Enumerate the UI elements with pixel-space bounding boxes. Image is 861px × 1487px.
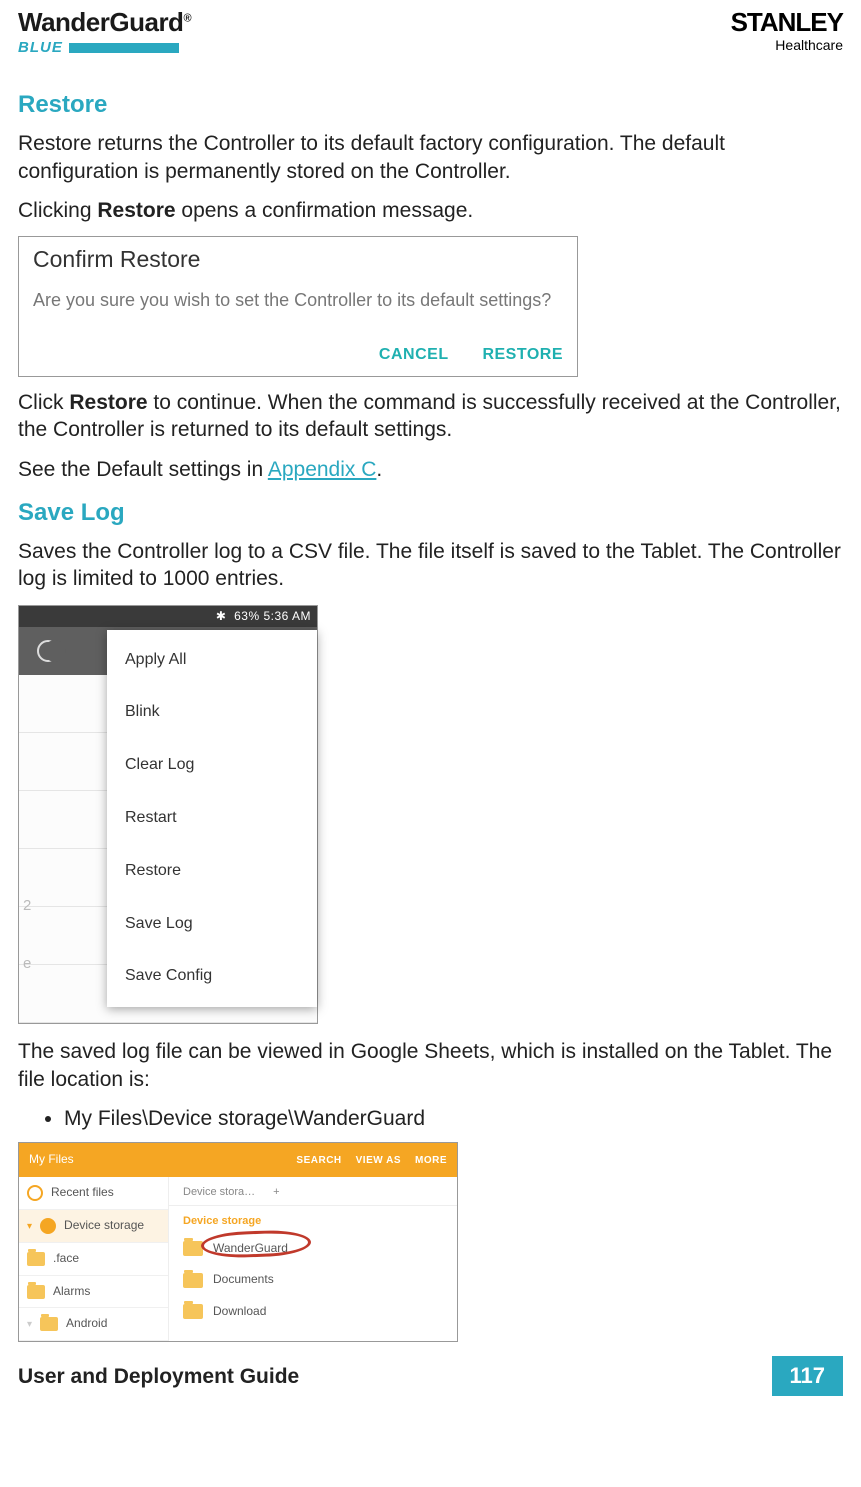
myfiles-screenshot: My Files SEARCH VIEW AS MORE Recent file… xyxy=(18,1142,458,1342)
restore-heading: Restore xyxy=(18,89,843,120)
restore-para-2: Clicking Restore opens a confirmation me… xyxy=(18,197,843,224)
menu-screenshot: ✱ 63% 5:36 AM 2 e Apply All Blink Clear … xyxy=(18,605,318,1025)
moon-icon[interactable] xyxy=(37,640,59,662)
confirm-restore-dialog: Confirm Restore Are you sure you wish to… xyxy=(18,236,578,377)
status-text: 63% 5:36 AM xyxy=(234,609,311,623)
stanley-logo: STANLEY Healthcare xyxy=(731,6,843,54)
sidebar-folder-alarms[interactable]: Alarms xyxy=(19,1276,168,1309)
folder-icon xyxy=(183,1273,203,1288)
folder-icon xyxy=(183,1304,203,1319)
restore-para-3: Click Restore to continue. When the comm… xyxy=(18,389,843,444)
menu-item-save-config[interactable]: Save Config xyxy=(107,950,317,1003)
dialog-message: Are you sure you wish to set the Control… xyxy=(33,289,563,312)
folder-icon xyxy=(40,1317,58,1331)
restore-para-4: See the Default settings in Appendix C. xyxy=(18,456,843,483)
registered-mark: ® xyxy=(183,12,191,24)
doc-title: User and Deployment Guide xyxy=(18,1363,299,1390)
savelog-heading: Save Log xyxy=(18,497,843,528)
myfiles-sidebar: Recent files ▾Device storage .face Alarm… xyxy=(19,1177,169,1341)
myfiles-main: Device stora… + Device storage WanderGua… xyxy=(169,1177,457,1341)
restore-bold-1: Restore xyxy=(97,199,175,222)
folder-icon xyxy=(183,1241,203,1256)
dialog-title: Confirm Restore xyxy=(33,245,563,275)
savelog-para-2: The saved log file can be viewed in Goog… xyxy=(18,1038,843,1093)
clock-icon xyxy=(27,1185,43,1201)
page-number: 117 xyxy=(772,1356,844,1397)
sidebar-recent[interactable]: Recent files xyxy=(19,1177,168,1210)
device-icon xyxy=(40,1218,56,1234)
menu-item-blink[interactable]: Blink xyxy=(107,686,317,739)
bluetooth-icon: ✱ xyxy=(216,609,227,623)
viewas-action[interactable]: VIEW AS xyxy=(356,1154,401,1167)
folder-icon xyxy=(27,1285,45,1299)
chevron-down-icon: ▾ xyxy=(27,1318,32,1331)
more-action[interactable]: MORE xyxy=(415,1154,447,1167)
folder-row-download[interactable]: Download xyxy=(169,1296,457,1328)
menu-item-save-log[interactable]: Save Log xyxy=(107,898,317,951)
myfiles-appbar: My Files SEARCH VIEW AS MORE xyxy=(19,1143,457,1177)
wanderguard-logo: WanderGuard® BLUE xyxy=(18,6,191,57)
tab-device[interactable]: Device stora… xyxy=(183,1185,255,1199)
appendix-c-link[interactable]: Appendix C xyxy=(268,458,377,481)
breadcrumb: Device storage xyxy=(169,1206,457,1232)
folder-row-wanderguard[interactable]: WanderGuard xyxy=(169,1233,457,1265)
cancel-button[interactable]: CANCEL xyxy=(379,346,449,363)
myfiles-title: My Files xyxy=(29,1152,74,1168)
logo-bar xyxy=(69,43,179,53)
folder-icon xyxy=(27,1252,45,1266)
menu-item-clear-log[interactable]: Clear Log xyxy=(107,739,317,792)
overflow-menu: Apply All Blink Clear Log Restart Restor… xyxy=(107,630,317,1008)
company-name: STANLEY xyxy=(731,6,843,40)
restore-para-1: Restore returns the Controller to its de… xyxy=(18,130,843,185)
menu-item-restart[interactable]: Restart xyxy=(107,792,317,845)
page-footer: User and Deployment Guide 117 xyxy=(18,1356,843,1397)
sidebar-folder-android[interactable]: ▾Android xyxy=(19,1308,168,1341)
status-bar: ✱ 63% 5:36 AM xyxy=(19,606,317,628)
savelog-para-1: Saves the Controller log to a CSV file. … xyxy=(18,538,843,593)
chevron-down-icon: ▾ xyxy=(27,1220,32,1233)
folder-row-documents[interactable]: Documents xyxy=(169,1264,457,1296)
menu-item-restore[interactable]: Restore xyxy=(107,845,317,898)
restore-bold-2: Restore xyxy=(69,391,147,414)
product-name: WanderGuard xyxy=(18,7,183,37)
sidebar-device-storage[interactable]: ▾Device storage xyxy=(19,1210,168,1243)
file-path-bullet: My Files\Device storage\WanderGuard xyxy=(64,1105,843,1132)
page-header: WanderGuard® BLUE STANLEY Healthcare xyxy=(18,0,843,75)
restore-button[interactable]: RESTORE xyxy=(482,346,563,363)
search-action[interactable]: SEARCH xyxy=(296,1154,341,1167)
product-sub: BLUE xyxy=(18,38,63,58)
tab-add[interactable]: + xyxy=(273,1185,279,1199)
menu-item-apply-all[interactable]: Apply All xyxy=(107,634,317,687)
sidebar-folder-face[interactable]: .face xyxy=(19,1243,168,1276)
